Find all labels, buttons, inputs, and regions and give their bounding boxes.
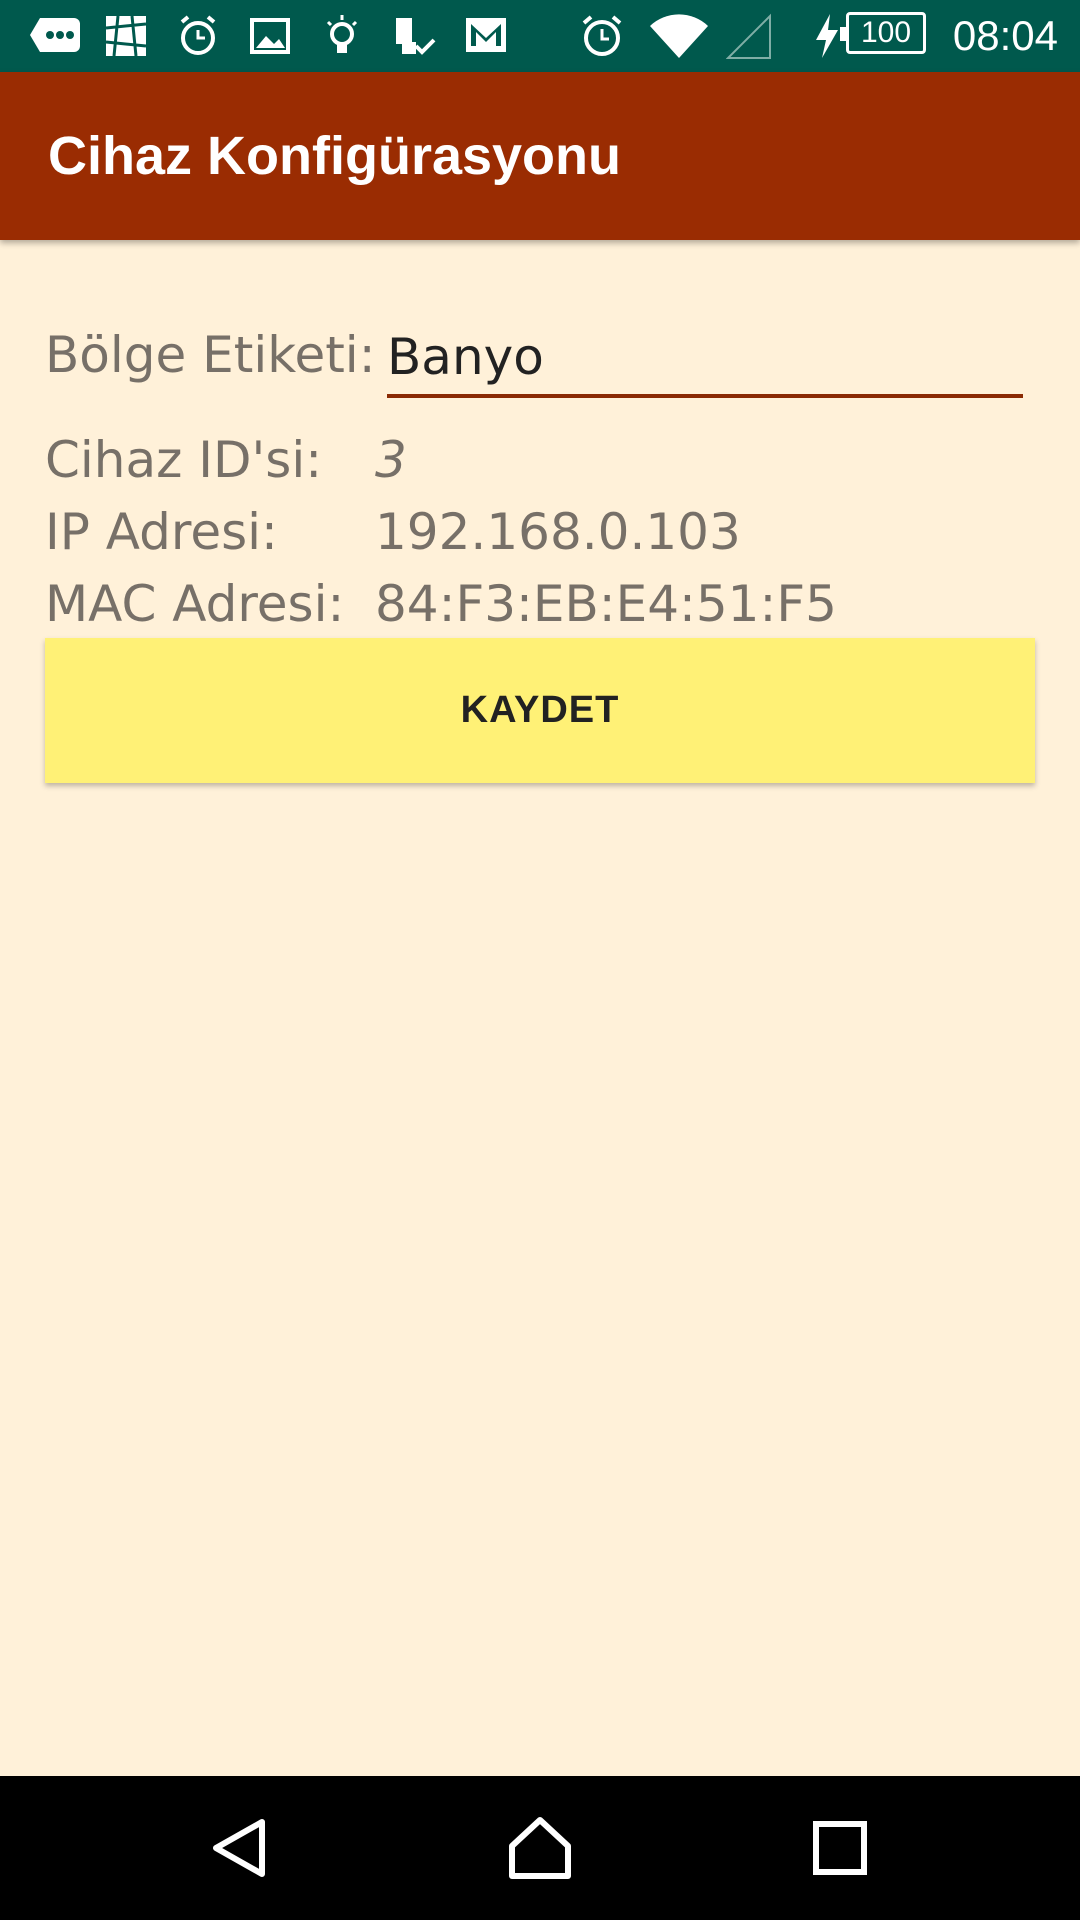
app-bar: Cihaz Konfigürasyonu [0, 72, 1080, 240]
chat-icon [30, 18, 80, 52]
wifi-icon [650, 14, 708, 59]
status-bar: 100 08:04 [0, 0, 1080, 72]
mac-value: 84:F3:EB:E4:51:F5 [375, 575, 837, 633]
device-id-label: Cihaz ID'si: [45, 431, 323, 489]
back-button[interactable] [180, 1806, 300, 1890]
navigation-bar [0, 1776, 1080, 1920]
battery-level: 100 [860, 16, 912, 49]
ip-label: IP Adresi: [45, 503, 278, 561]
clock: 08:04 [952, 12, 1058, 59]
recents-button[interactable] [780, 1806, 900, 1890]
back-icon [213, 1819, 265, 1877]
home-button[interactable] [480, 1806, 600, 1890]
ip-value: 192.168.0.103 [375, 503, 741, 561]
home-icon [509, 1817, 571, 1879]
page-title: Cihaz Konfigürasyonu [48, 126, 622, 186]
image-icon [250, 18, 290, 54]
zone-input[interactable] [387, 320, 1023, 398]
lightbulb-icon [326, 15, 358, 53]
save-button[interactable]: KAYDET [45, 638, 1035, 783]
alarm-clock-icon [582, 15, 622, 56]
device-check-icon [396, 18, 436, 55]
mac-label: MAC Adresi: [45, 575, 345, 633]
alarm-icon [180, 15, 216, 55]
device-id-value: 3 [375, 431, 407, 489]
app-icon [105, 15, 147, 57]
cell-signal-icon [726, 13, 771, 59]
battery-icon: 100 [840, 12, 926, 54]
recents-icon [813, 1821, 867, 1875]
zone-label: Bölge Etiketi: [45, 326, 376, 384]
gmail-icon [466, 18, 506, 52]
charging-bolt-icon [816, 14, 838, 58]
